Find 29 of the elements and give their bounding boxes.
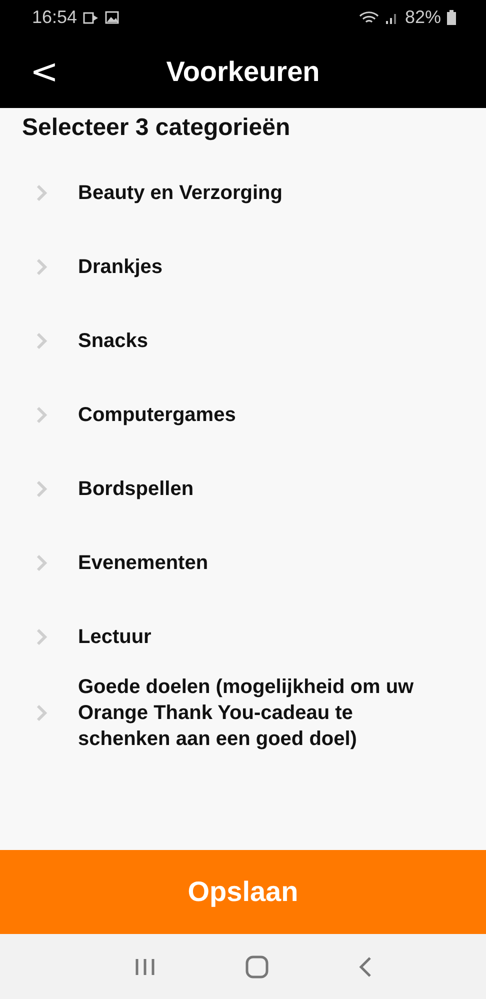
notification-icon (83, 12, 100, 24)
wifi-icon (358, 10, 379, 24)
image-icon (105, 11, 120, 24)
chevron-right-icon (36, 480, 48, 498)
battery-icon (447, 10, 456, 25)
chevron-right-icon (36, 184, 48, 202)
chevron-right-icon (36, 406, 48, 424)
category-item[interactable]: Evenementen (78, 550, 248, 576)
recent-apps-icon[interactable] (134, 958, 156, 976)
chevron-right-icon (36, 704, 48, 722)
category-item[interactable]: Computergames (78, 402, 276, 428)
category-item[interactable]: Snacks (78, 328, 188, 354)
chevron-right-icon (36, 554, 48, 572)
status-time: 16:54 (32, 7, 78, 28)
signal-icon (384, 11, 399, 24)
category-item[interactable]: Lectuur (78, 624, 192, 650)
back-icon[interactable] (358, 956, 372, 978)
chevron-right-icon (36, 332, 48, 350)
back-button[interactable]: < (26, 54, 62, 88)
page-title: Voorkeuren (166, 56, 320, 88)
category-item[interactable]: Beauty en Verzorging (78, 180, 322, 206)
home-icon[interactable] (244, 954, 269, 978)
chevron-right-icon (36, 258, 48, 276)
category-item[interactable]: Goede doelen (mogelijkheid om uw Orange Thank You-cadeau te schenken aan een goed doel) (78, 674, 486, 752)
battery-percentage: 82% (404, 7, 441, 28)
category-item[interactable]: Drankjes (78, 254, 202, 280)
section-heading: Selecteer 3 categorieën (22, 114, 292, 142)
category-item[interactable]: Bordspellen (78, 476, 234, 502)
chevron-right-icon (36, 628, 48, 646)
